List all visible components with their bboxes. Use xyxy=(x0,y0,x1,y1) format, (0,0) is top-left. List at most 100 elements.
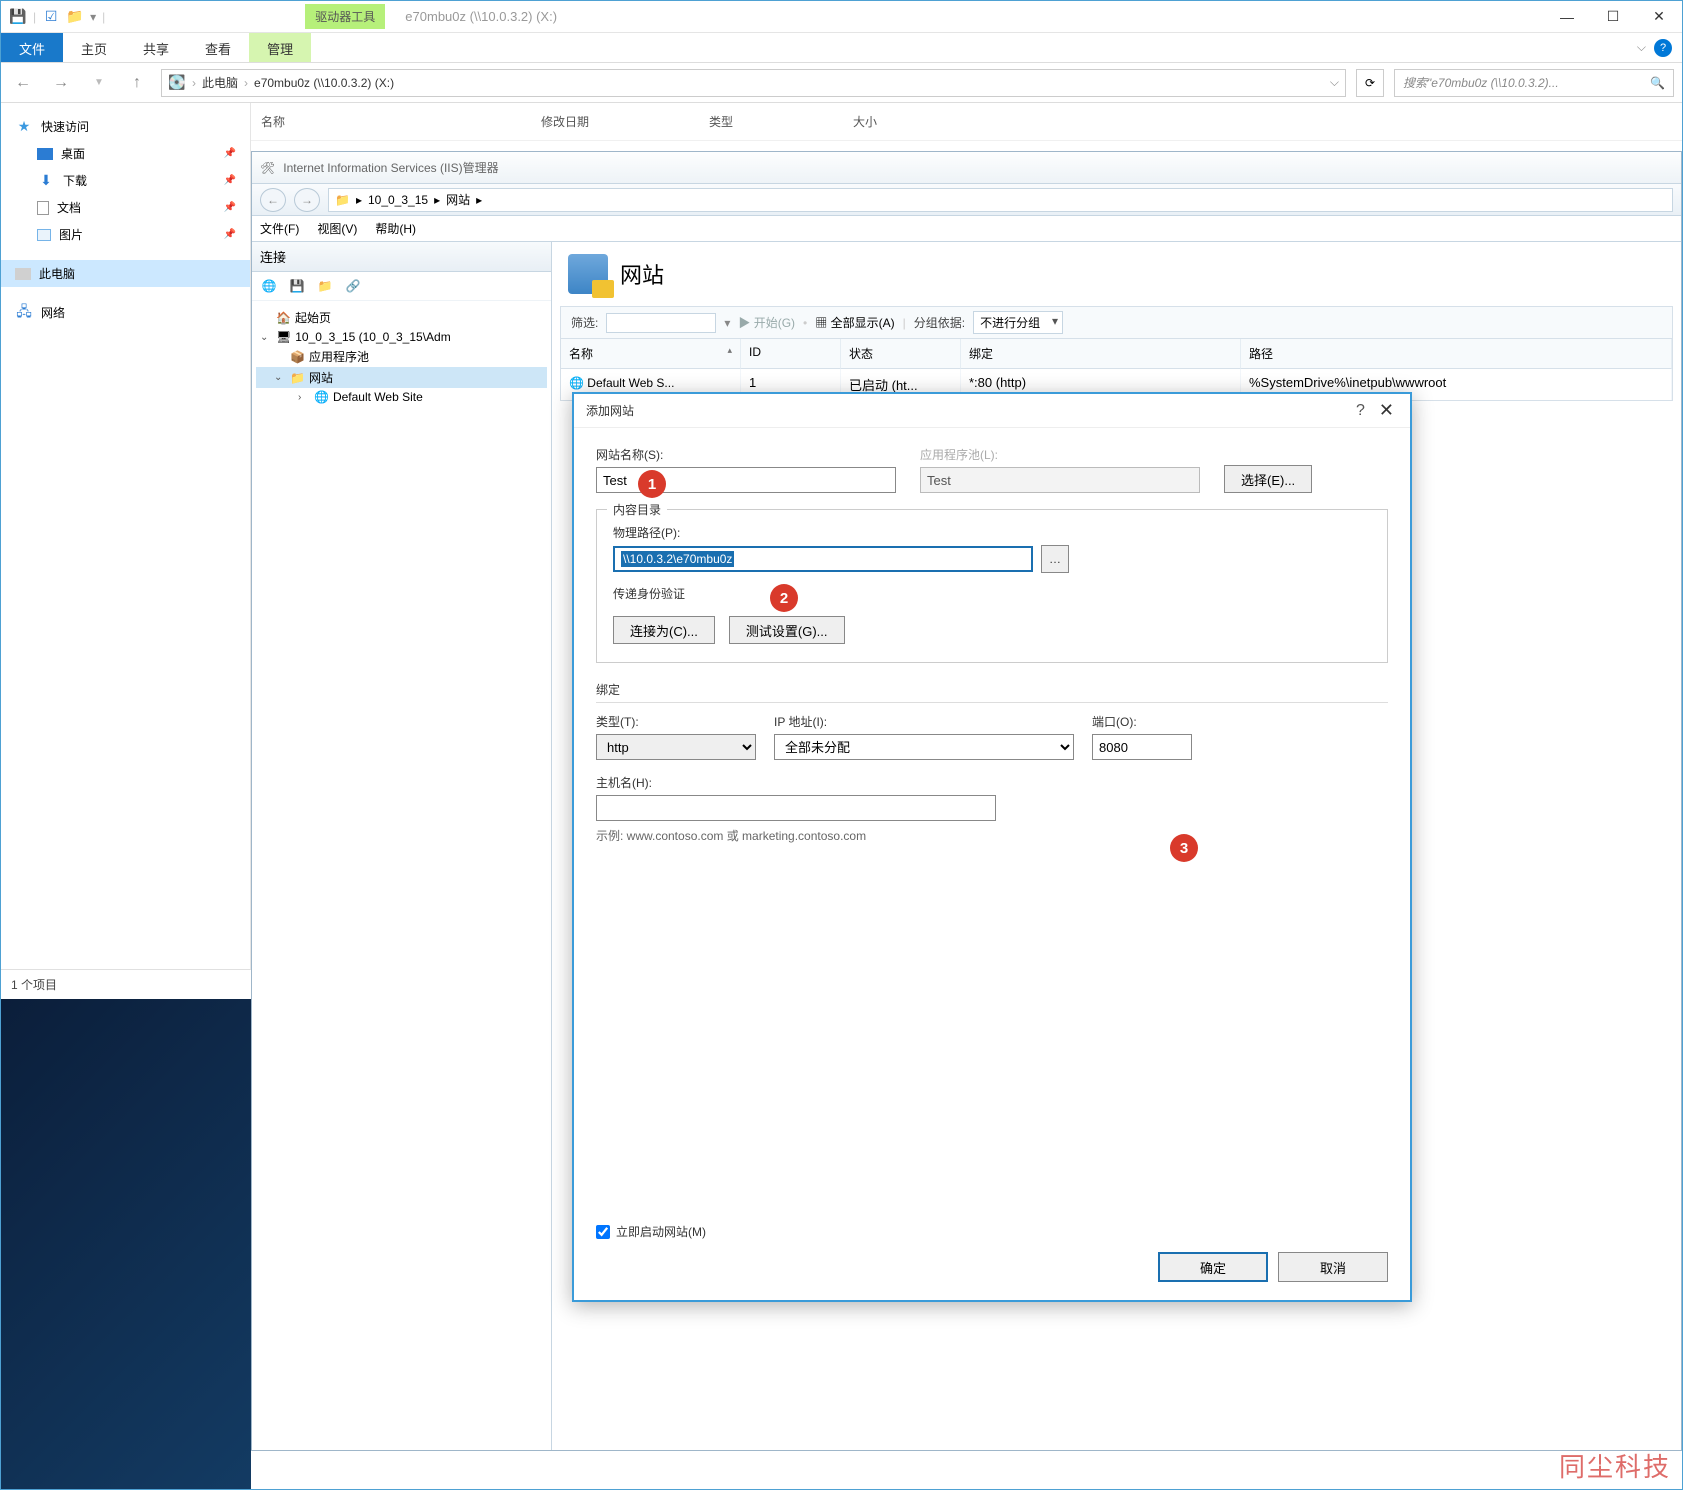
checkmark-icon[interactable]: ☑ xyxy=(42,9,60,25)
tab-file[interactable]: 文件 xyxy=(1,33,63,62)
start-button[interactable]: ▶ 开始(G) xyxy=(738,314,795,331)
breadcrumb-current[interactable]: e70mbu0z (\\10.0.3.2) (X:) xyxy=(254,76,394,90)
maximize-button[interactable]: ☐ xyxy=(1590,2,1636,32)
hostname-input[interactable] xyxy=(596,795,996,821)
breadcrumb-sep-icon: › xyxy=(244,76,248,90)
col-size[interactable]: 大小 xyxy=(853,113,997,130)
connect-as-button[interactable]: 连接为(C)... xyxy=(613,616,715,644)
filter-label: 筛选: xyxy=(571,314,598,331)
help-icon[interactable]: ? xyxy=(1654,39,1672,57)
sidebar-item-pictures[interactable]: 图片 📌 xyxy=(1,221,250,248)
annotation-badge-3: 3 xyxy=(1170,834,1198,862)
filter-input[interactable] xyxy=(606,313,716,333)
nav-forward-button[interactable]: → xyxy=(47,69,75,97)
folder-icon[interactable]: 📁 xyxy=(66,9,84,25)
iis-icon: 🛠 xyxy=(260,161,275,175)
browse-button[interactable]: … xyxy=(1041,545,1069,573)
tree-server[interactable]: ⌄ 🖥 10_0_3_15 (10_0_3_15\Adm xyxy=(256,328,547,346)
tree-start-page[interactable]: 🏠 起始页 xyxy=(256,307,547,328)
dialog-titlebar: 添加网站 ? ✕ xyxy=(574,394,1410,428)
expand-icon[interactable]: › xyxy=(298,392,310,403)
hostname-label: 主机名(H): xyxy=(596,774,996,791)
menu-view[interactable]: 视图(V) xyxy=(317,220,357,237)
search-input[interactable]: 搜索"e70mbu0z (\\10.0.3.2)... 🔍 xyxy=(1394,69,1674,97)
filter-bar: 筛选: ▾ ▶ 开始(G) • ▦ 全部显示(A) | 分组依据: 不进行分组 xyxy=(560,306,1673,339)
collapse-icon[interactable]: ⌄ xyxy=(260,332,272,343)
sidebar-item-documents[interactable]: 文档 📌 xyxy=(1,194,250,221)
breadcrumb-root[interactable]: 此电脑 xyxy=(202,74,238,91)
ribbon-expand-icon[interactable]: ⌵ xyxy=(1637,40,1646,55)
physical-path-input[interactable]: \\10.0.3.2\e70mbu0z xyxy=(613,546,1033,572)
iis-main-header: 网站 xyxy=(552,242,1681,306)
breadcrumb-sep-icon: ▸ xyxy=(476,193,482,207)
address-field[interactable]: 💽 › 此电脑 › e70mbu0z (\\10.0.3.2) (X:) ⌵ xyxy=(161,69,1346,97)
cancel-button[interactable]: 取消 xyxy=(1278,1252,1388,1282)
sidebar-item-desktop[interactable]: 桌面 📌 xyxy=(1,140,250,167)
col-type[interactable]: 类型 xyxy=(709,113,853,130)
col-date[interactable]: 修改日期 xyxy=(541,113,709,130)
ok-button[interactable]: 确定 xyxy=(1158,1252,1268,1282)
menu-file[interactable]: 文件(F) xyxy=(260,220,299,237)
star-icon: ★ xyxy=(15,119,33,135)
nav-back-button[interactable]: ← xyxy=(9,69,37,97)
minimize-button[interactable]: — xyxy=(1544,2,1590,32)
pc-icon xyxy=(15,268,31,280)
nav-recent-icon[interactable]: ▼ xyxy=(85,69,113,97)
home-icon: 🏠 xyxy=(276,311,291,325)
col-status[interactable]: 状态 xyxy=(841,339,961,369)
save-icon[interactable]: 💾 xyxy=(286,276,308,296)
collapse-icon[interactable]: ⌄ xyxy=(274,372,286,383)
tab-home[interactable]: 主页 xyxy=(63,33,125,62)
divider: | xyxy=(903,316,906,330)
pin-icon: 📌 xyxy=(224,148,236,159)
col-name[interactable]: 名称 xyxy=(561,339,741,369)
sidebar-this-pc[interactable]: 此电脑 xyxy=(1,260,250,287)
col-binding[interactable]: 绑定 xyxy=(961,339,1241,369)
sidebar-network[interactable]: 🖧 网络 xyxy=(1,299,250,326)
sidebar-quick-access[interactable]: ★ 快速访问 xyxy=(1,113,250,140)
globe-icon: 🌐 xyxy=(314,390,329,404)
filter-dropdown-icon[interactable]: ▾ xyxy=(724,316,730,330)
menu-help[interactable]: 帮助(H) xyxy=(375,220,416,237)
ip-select[interactable]: 全部未分配 xyxy=(774,734,1074,760)
port-input[interactable] xyxy=(1092,734,1192,760)
iis-path-server[interactable]: 10_0_3_15 xyxy=(368,193,428,207)
test-settings-button[interactable]: 测试设置(G)... xyxy=(729,616,845,644)
iis-breadcrumb[interactable]: 📁 ▸ 10_0_3_15 ▸ 网站 ▸ xyxy=(328,188,1673,212)
start-immediately-checkbox[interactable]: 立即启动网站(M) xyxy=(596,1223,706,1240)
tab-manage[interactable]: 管理 xyxy=(249,33,311,62)
close-button[interactable]: ✕ xyxy=(1636,2,1682,32)
col-path[interactable]: 路径 xyxy=(1241,339,1672,369)
nav-up-button[interactable]: ↑ xyxy=(123,69,151,97)
checkbox-input[interactable] xyxy=(596,1225,610,1239)
col-name[interactable]: 名称 xyxy=(261,113,541,130)
sidebar-item-label: 桌面 xyxy=(61,145,85,162)
folder-icon[interactable]: 📁 xyxy=(314,276,336,296)
sidebar-item-downloads[interactable]: ⬇ 下载 📌 xyxy=(1,167,250,194)
tree-label: 10_0_3_15 (10_0_3_15\Adm xyxy=(295,330,450,344)
col-id[interactable]: ID xyxy=(741,339,841,369)
iis-titlebar: 🛠 Internet Information Services (IIS)管理器 xyxy=(252,152,1681,184)
group-by-select[interactable]: 不进行分组 xyxy=(973,311,1063,334)
add-website-dialog: 添加网站 ? ✕ 网站名称(S): xyxy=(572,392,1412,1302)
tree-default-site[interactable]: › 🌐 Default Web Site xyxy=(256,388,547,406)
iis-back-button[interactable]: ← xyxy=(260,188,286,212)
type-select[interactable]: http xyxy=(596,734,756,760)
refresh-button[interactable]: ⟳ xyxy=(1356,69,1384,97)
dialog-help-button[interactable]: ? xyxy=(1346,402,1375,420)
tree-app-pools[interactable]: 📦 应用程序池 xyxy=(256,346,547,367)
tree-sites[interactable]: ⌄ 📁 网站 xyxy=(256,367,547,388)
show-all-button[interactable]: ▦ 全部显示(A) xyxy=(815,314,894,331)
network-icon: 🖧 xyxy=(15,305,33,321)
dialog-close-button[interactable]: ✕ xyxy=(1375,400,1398,421)
address-dropdown-icon[interactable]: ⌵ xyxy=(1330,75,1339,90)
select-pool-button[interactable]: 选择(E)... xyxy=(1224,465,1312,493)
tab-view[interactable]: 查看 xyxy=(187,33,249,62)
qat-dropdown-icon[interactable]: ▾ xyxy=(90,10,96,24)
iis-path-node[interactable]: 网站 xyxy=(446,191,470,208)
connections-panel: 连接 🌐 💾 📁 🔗 🏠 起始页 xyxy=(252,242,552,1450)
tab-share[interactable]: 共享 xyxy=(125,33,187,62)
iis-forward-button[interactable]: → xyxy=(294,188,320,212)
globe-icon[interactable]: 🌐 xyxy=(258,276,280,296)
refresh-icon[interactable]: 🔗 xyxy=(342,276,364,296)
